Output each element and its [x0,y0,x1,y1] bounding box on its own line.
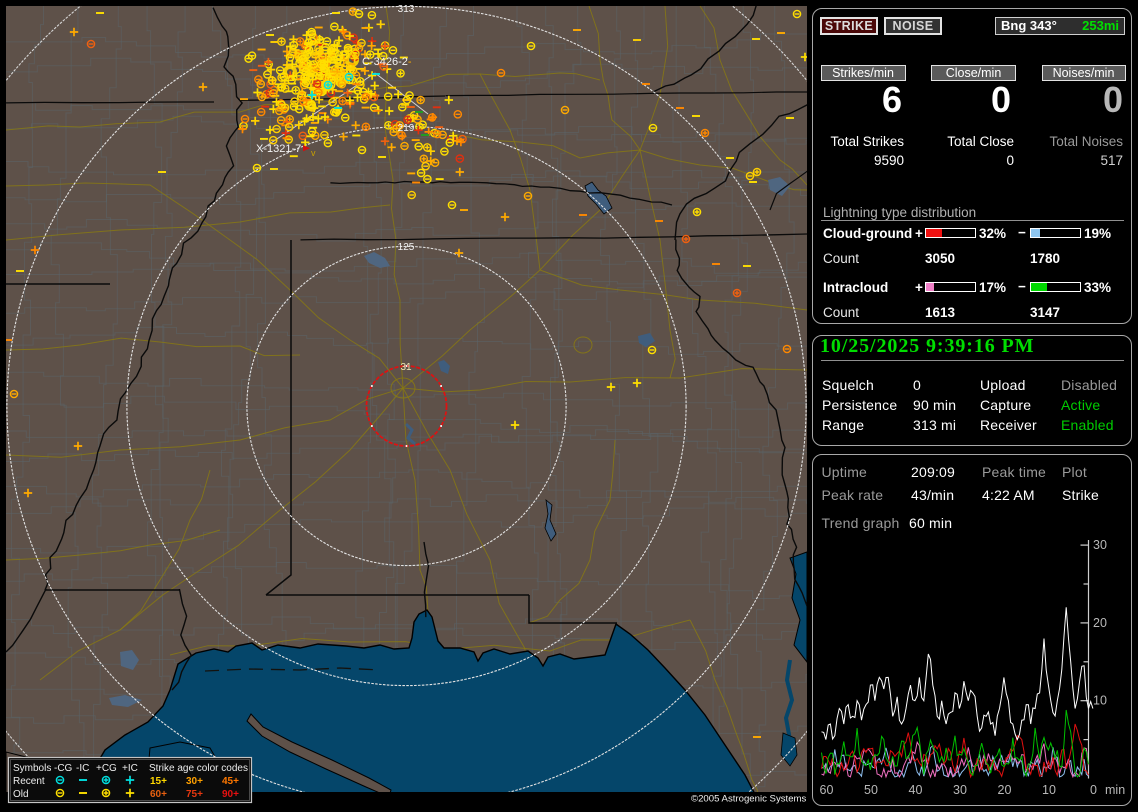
svg-text:60: 60 [820,783,834,797]
svg-text:50: 50 [864,783,878,797]
svg-text:219: 219 [398,123,415,134]
svg-text:90+: 90+ [222,789,239,800]
svg-text:20: 20 [1093,616,1107,630]
svg-text:60+: 60+ [150,789,167,800]
svg-text:-IC: -IC [76,763,89,774]
svg-text:313: 313 [398,4,415,15]
svg-text:+IC: +IC [122,763,138,774]
svg-text:Strike age color codes: Strike age color codes [149,763,248,774]
svg-text:X-1321-7: X-1321-7 [256,143,301,155]
svg-text:40: 40 [909,783,923,797]
svg-text:+CG: +CG [96,763,117,774]
svg-text:-CG: -CG [54,763,73,774]
svg-text:125: 125 [398,242,415,253]
svg-text:30: 30 [1093,538,1107,552]
svg-text:30: 30 [953,783,967,797]
svg-text:Old: Old [13,789,29,800]
svg-text:30+: 30+ [186,776,203,787]
svg-text:C-3426-2-: C-3426-2- [362,56,412,68]
svg-text:Recent: Recent [13,776,45,787]
svg-text:Symbols: Symbols [13,763,51,774]
svg-text:31: 31 [400,362,412,373]
svg-text:45+: 45+ [222,776,239,787]
svg-text:0: 0 [1090,783,1097,797]
svg-text:10: 10 [1093,694,1107,708]
svg-text:v: v [311,148,316,158]
svg-text:min: min [1105,783,1125,797]
svg-text:75+: 75+ [186,789,203,800]
svg-text:15+: 15+ [150,776,167,787]
svg-text:©2005 Astrogenic Systems: ©2005 Astrogenic Systems [691,794,807,805]
svg-text:10: 10 [1042,783,1056,797]
svg-text:20: 20 [998,783,1012,797]
